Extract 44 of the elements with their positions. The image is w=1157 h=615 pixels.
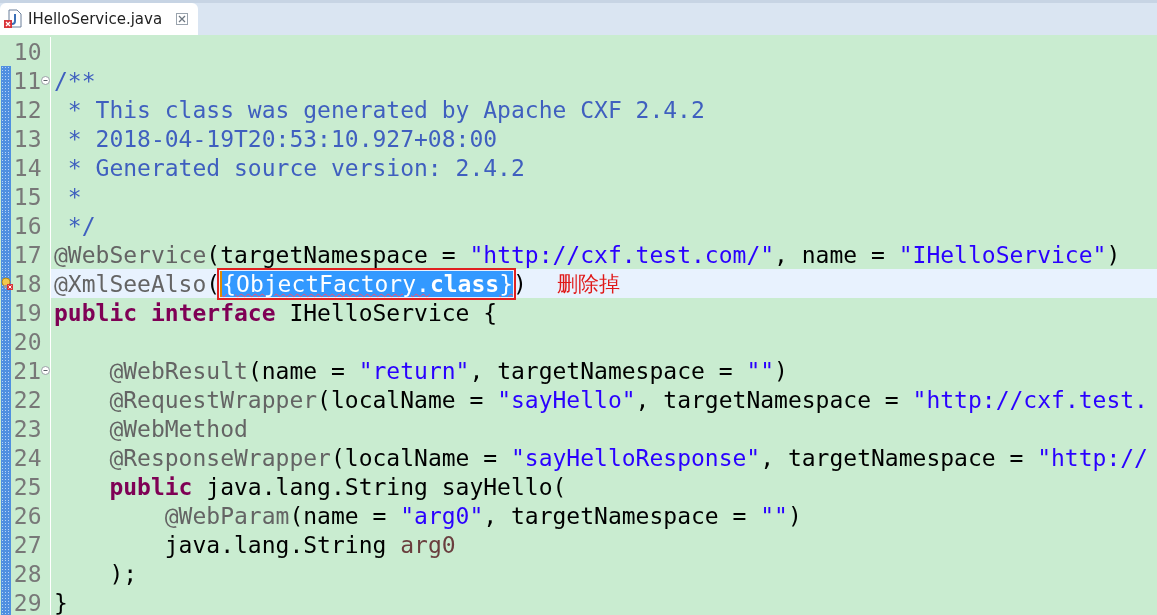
line-number: 16	[13, 212, 42, 239]
code-line: @WebMethod	[108, 415, 248, 442]
line-number: 21	[13, 357, 41, 384]
code-line: *	[66, 183, 82, 210]
code-line: * 2018-04-19T20:53:10.927+08:00	[66, 125, 498, 152]
line-number: 29	[13, 589, 42, 615]
line-number: 15	[13, 183, 42, 210]
close-icon[interactable]	[176, 13, 189, 25]
editor-tab[interactable]: IHelloService.java	[0, 3, 199, 35]
line-number: 23	[13, 415, 42, 442]
code-line: @WebService(targetNamespace = "http://cxf.test.com/", name = "IHelloService")	[54, 241, 1121, 268]
fold-icon[interactable]	[41, 76, 50, 85]
line-number: 22	[13, 386, 42, 413]
code-line: @WebParam(name = "arg0", targetNamespace = "")	[163, 502, 802, 529]
line-number: 10	[13, 38, 42, 65]
fold-icon[interactable]	[41, 366, 50, 375]
line-number: 17	[13, 241, 42, 268]
line-number: 26	[13, 502, 42, 529]
code-line: );	[108, 560, 138, 587]
java-file-error-icon	[4, 9, 22, 29]
code-line: public java.lang.String sayHello(	[108, 473, 567, 500]
line-number: 24	[13, 444, 42, 471]
line-number: 13	[13, 125, 42, 152]
line-number: 18	[13, 270, 42, 297]
code-line: }	[54, 589, 68, 615]
annotation-note: 删除掉	[556, 270, 620, 298]
line-number: 14	[13, 154, 42, 181]
code-line: @WebResult(name = "return", targetNamespace = "")	[108, 357, 788, 384]
line-number: 28	[13, 560, 42, 587]
line-number: 27	[13, 531, 42, 558]
line-number: 20	[13, 328, 42, 355]
line-number: 11	[13, 67, 41, 94]
code-line: public interface IHelloService {	[54, 299, 498, 326]
code-line: */	[66, 212, 96, 239]
code-line: @ResponseWrapper(localName = "sayHelloResponse", targetNamespace = "http://	[108, 444, 1148, 471]
code-line: @RequestWrapper(localName = "sayHello", targetNamespace = "http://cxf.test.	[108, 386, 1148, 413]
line-number: 25	[13, 473, 42, 500]
code-line: * Generated source version: 2.4.2	[66, 154, 525, 181]
code-line: * This class was generated by Apache CXF 2.4.2	[66, 96, 705, 123]
code-line: java.lang.String arg0	[163, 531, 456, 558]
line-number: 19	[13, 299, 42, 326]
line-number: 12	[13, 96, 42, 123]
code-line: @XmlSeeAlso({ObjectFactory.class})	[54, 270, 527, 297]
code-line: /**	[54, 67, 96, 94]
